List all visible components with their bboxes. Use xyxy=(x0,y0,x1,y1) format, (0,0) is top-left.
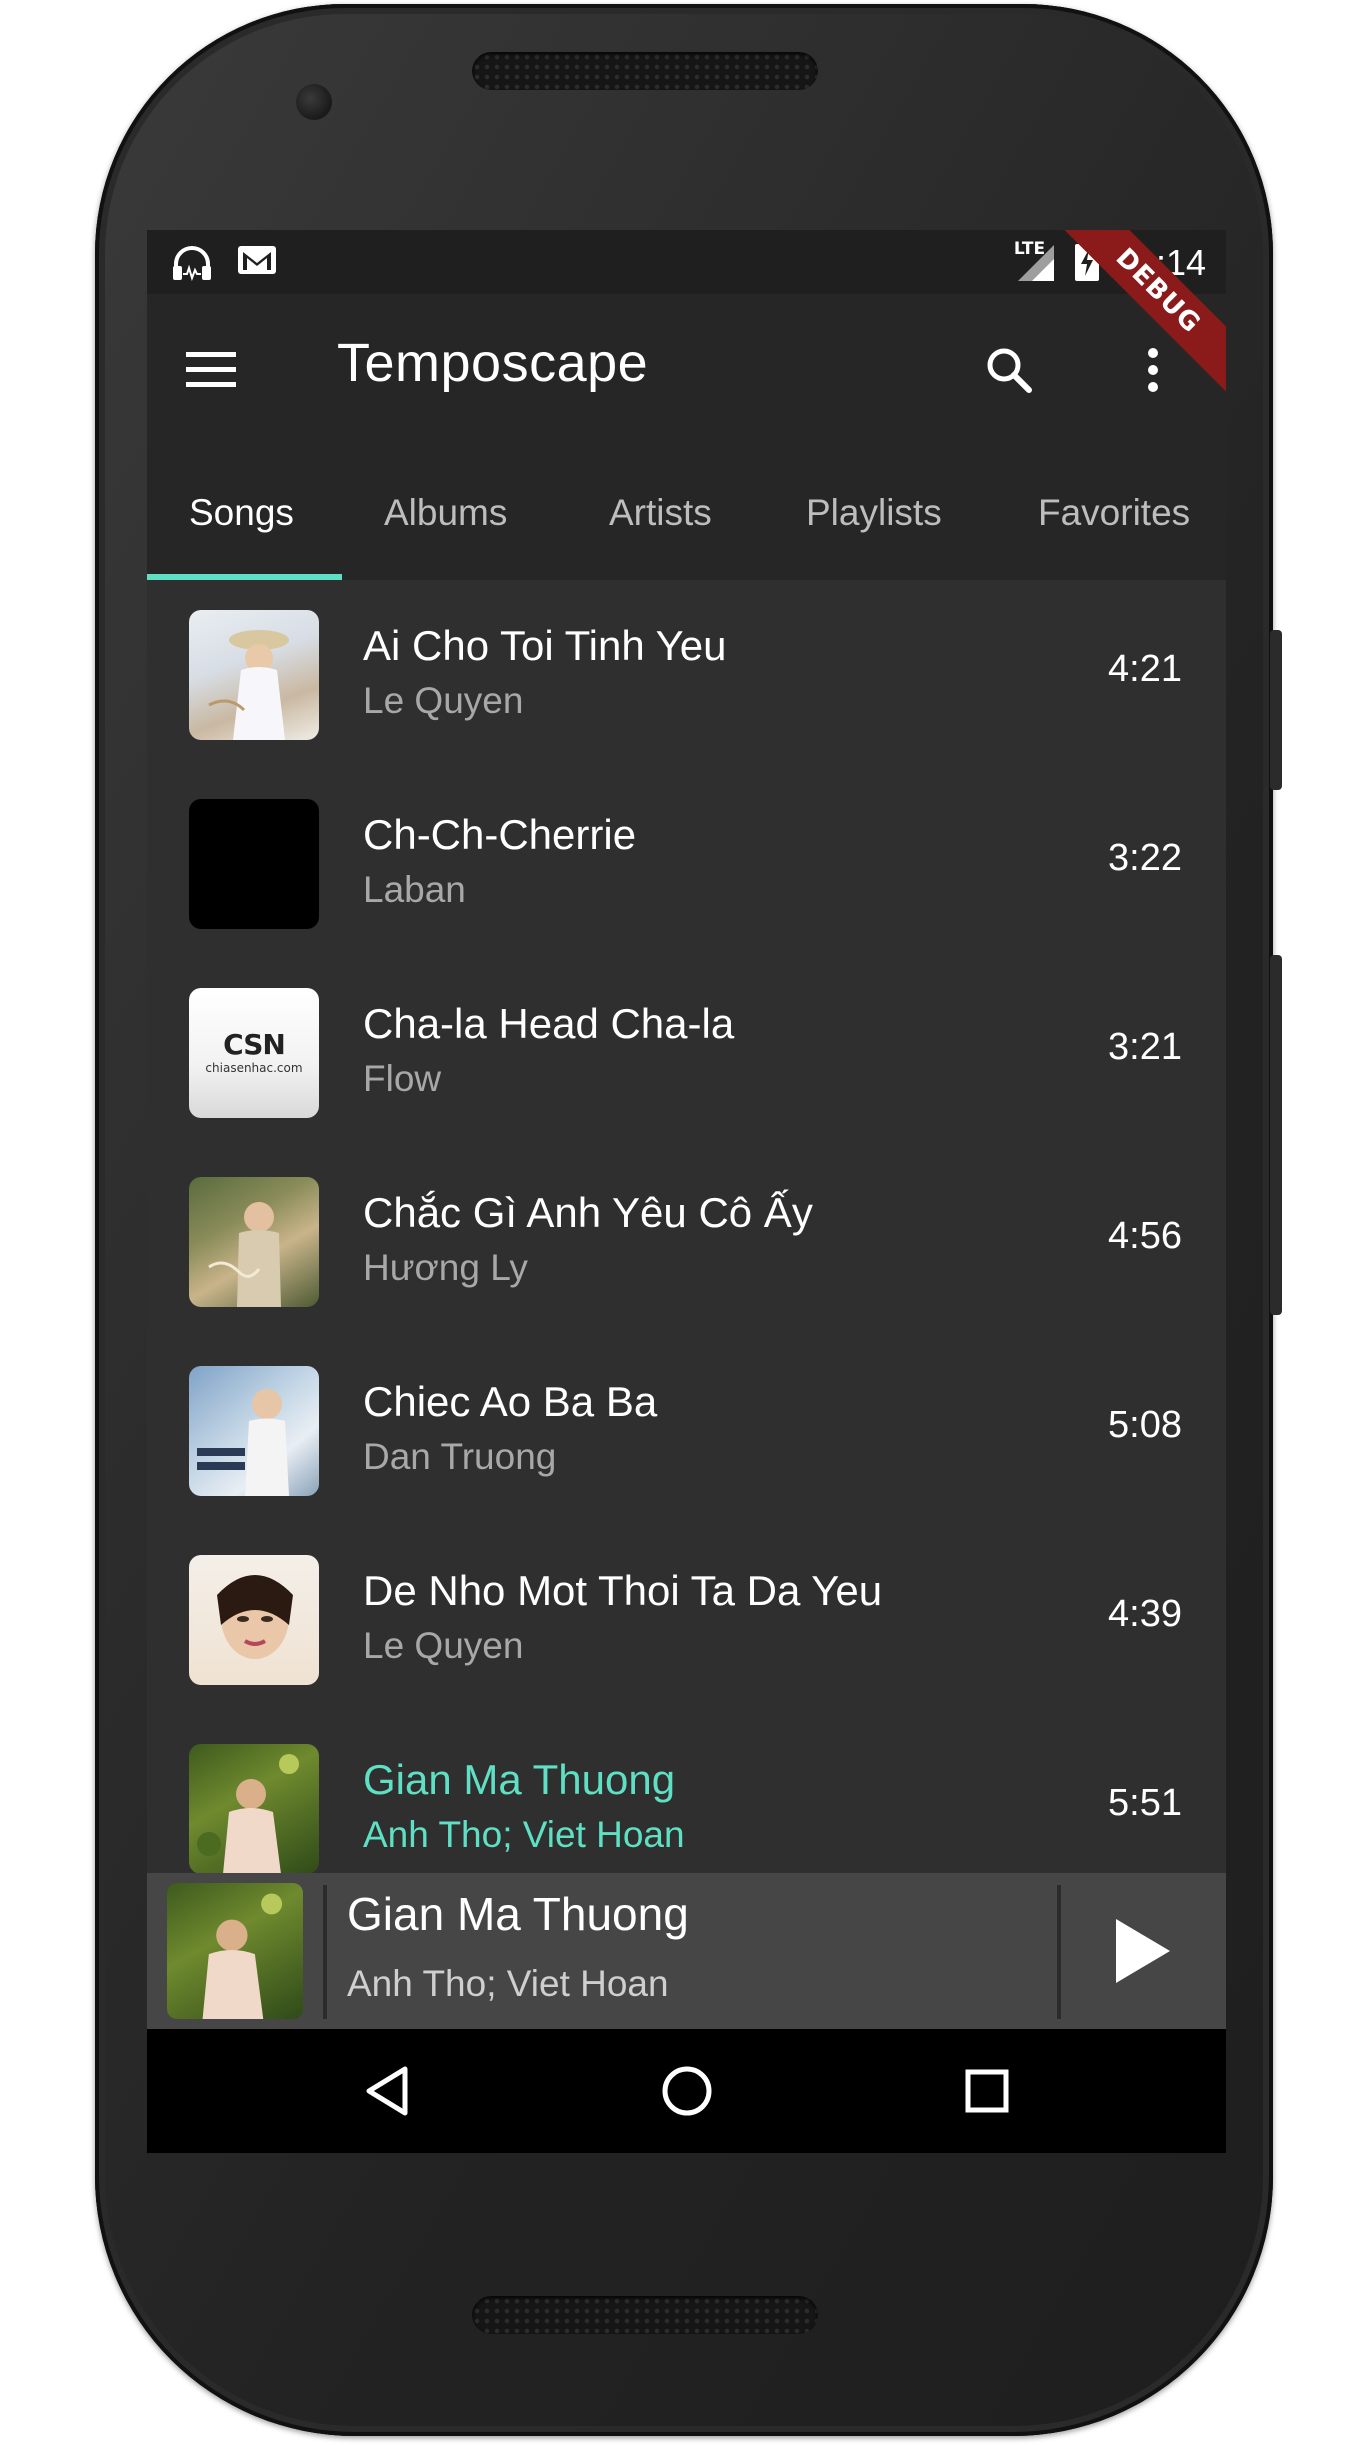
song-artist: Laban xyxy=(363,869,466,910)
song-artist: Le Quyen xyxy=(363,1625,524,1666)
song-row[interactable]: Chắc Gì Anh Yêu Cô Ấy Hương Ly 4:56 xyxy=(147,1147,1226,1336)
tab-artists[interactable]: Artists xyxy=(609,446,712,580)
tab-playlists[interactable]: Playlists xyxy=(806,446,942,580)
song-title: Cha-la Head Cha-la xyxy=(363,1000,735,1047)
now-playing-bar[interactable]: Gian Ma Thuong Anh Tho; Viet Hoan xyxy=(147,1873,1226,2029)
album-art-caption: chiasenhac.com xyxy=(205,1061,303,1075)
song-row[interactable]: Ai Cho Toi Tinh Yeu Le Quyen 4:21 xyxy=(147,580,1226,769)
song-title: Chắc Gì Anh Yêu Cô Ấy xyxy=(363,1189,813,1236)
tab-favorites[interactable]: Favorites xyxy=(1038,446,1190,580)
song-row[interactable]: CSN chiasenhac.com Cha-la Head Cha-la Fl… xyxy=(147,958,1226,1147)
song-title: De Nho Mot Thoi Ta Da Yeu xyxy=(363,1567,883,1614)
front-camera xyxy=(296,84,332,120)
song-duration: 4:39 xyxy=(1108,1593,1182,1635)
app-title: Temposcape xyxy=(337,333,649,393)
song-artist: Dan Truong xyxy=(363,1436,557,1477)
song-row[interactable]: De Nho Mot Thoi Ta Da Yeu Le Quyen 4:39 xyxy=(147,1525,1226,1714)
song-artist: Le Quyen xyxy=(363,680,524,721)
headset-icon xyxy=(171,244,213,286)
tab-bar: Songs Albums Artists Playlists Favorites xyxy=(147,446,1226,580)
song-duration: 5:51 xyxy=(1108,1782,1182,1824)
gmail-icon xyxy=(237,244,277,286)
song-artist: Hương Ly xyxy=(363,1247,528,1288)
album-art xyxy=(189,1744,319,1874)
song-duration: 3:21 xyxy=(1108,1026,1182,1068)
bottom-speaker-grille xyxy=(472,2296,818,2334)
volume-button[interactable] xyxy=(1270,955,1282,1315)
song-duration: 3:22 xyxy=(1108,837,1182,879)
album-art xyxy=(189,1555,319,1685)
song-artist: Flow xyxy=(363,1058,442,1099)
more-vert-icon[interactable] xyxy=(1133,334,1173,406)
song-duration: 4:56 xyxy=(1108,1215,1182,1257)
hamburger-menu-icon[interactable] xyxy=(175,334,247,406)
divider xyxy=(1057,1885,1061,2019)
now-playing-artist: Anh Tho; Viet Hoan xyxy=(347,1963,669,2004)
app-bar: Temposcape xyxy=(147,294,1226,446)
song-duration: 5:08 xyxy=(1108,1404,1182,1446)
recents-square-icon[interactable] xyxy=(947,2051,1027,2131)
system-nav-bar xyxy=(147,2029,1226,2153)
song-duration: 4:21 xyxy=(1108,648,1182,690)
lte-label: LTE xyxy=(1013,239,1046,259)
back-triangle-icon[interactable] xyxy=(347,2051,427,2131)
album-art xyxy=(189,799,319,929)
tab-albums[interactable]: Albums xyxy=(384,446,507,580)
now-playing-title: Gian Ma Thuong xyxy=(347,1888,689,1940)
album-art: CSN chiasenhac.com xyxy=(189,988,319,1118)
album-art xyxy=(189,1177,319,1307)
top-speaker-grille xyxy=(472,52,818,90)
song-title: Ch-Ch-Cherrie xyxy=(363,811,637,858)
now-playing-album-art xyxy=(167,1883,303,2019)
play-icon[interactable] xyxy=(1087,1901,1197,2001)
divider xyxy=(323,1885,327,2019)
power-button[interactable] xyxy=(1270,630,1282,790)
song-title: Ai Cho Toi Tinh Yeu xyxy=(363,622,727,669)
song-artist: Anh Tho; Viet Hoan xyxy=(363,1814,685,1855)
song-title: Chiec Ao Ba Ba xyxy=(363,1378,658,1425)
phone-screen: LTE 21:14 Temposcape xyxy=(147,230,1226,2153)
tab-songs[interactable]: Songs xyxy=(189,446,294,580)
search-icon[interactable] xyxy=(973,334,1045,406)
status-bar: LTE 21:14 xyxy=(147,230,1226,294)
album-art xyxy=(189,610,319,740)
album-art xyxy=(189,1366,319,1496)
lte-signal-icon: LTE xyxy=(1014,239,1058,283)
album-art-logo: CSN xyxy=(223,1028,286,1061)
song-title: Gian Ma Thuong xyxy=(363,1756,676,1803)
song-row[interactable]: Chiec Ao Ba Ba Dan Truong 5:08 xyxy=(147,1336,1226,1525)
home-circle-icon[interactable] xyxy=(647,2051,727,2131)
song-row[interactable]: Ch-Ch-Cherrie Laban 3:22 xyxy=(147,769,1226,958)
